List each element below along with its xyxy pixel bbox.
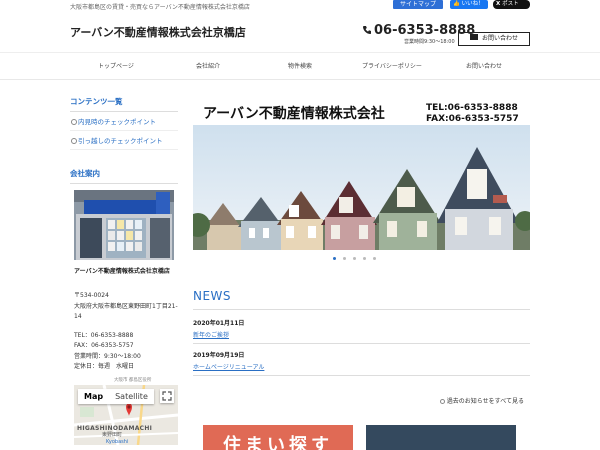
slide-dot-3[interactable] (353, 257, 356, 260)
top-strip: 大阪市都島区の賃貸・売買ならアーバン不動産情報株式会社京橋店 サイトマップ 👍 … (0, 0, 600, 12)
map-tab-map[interactable]: Map (78, 389, 109, 404)
news-more-label: 過去のお知らせをすべて見る (446, 398, 524, 405)
sidebar-link-moving-checkpoints[interactable]: 引っ越しのチェックポイント (70, 131, 178, 150)
news-title-link[interactable]: ホームページリニューアル (193, 362, 530, 371)
contact-button[interactable]: お問い合わせ (458, 32, 530, 46)
slide-dot-5[interactable] (373, 257, 376, 260)
nav-item-property-search[interactable]: 物件検索 (254, 53, 346, 80)
news-item: 2020年01月11日 新年のご挨拶 (193, 310, 530, 344)
sidebar: コンテンツ一覧 内見時のチェックポイント 引っ越しのチェックポイント 会社案内 … (70, 96, 178, 445)
slide-dot-1[interactable] (333, 257, 336, 260)
secondary-banner[interactable] (366, 425, 516, 450)
slider-pagination (193, 257, 530, 262)
map-place-label: 大阪市 都島区役所 (114, 377, 152, 383)
office-photo (74, 190, 174, 260)
sitemap-button[interactable]: サイトマップ (393, 0, 443, 9)
news-heading: NEWS (193, 289, 530, 310)
x-post-button[interactable]: X ポスト (493, 0, 530, 9)
site-tagline: 大阪市都島区の賃貸・売買ならアーバン不動産情報株式会社京橋店 (70, 4, 250, 11)
map-tab-satellite[interactable]: Satellite (109, 389, 154, 404)
sidebar-link-viewing-checkpoints[interactable]: 内見時のチェックポイント (70, 112, 178, 131)
nav-item-top[interactable]: トップページ (70, 53, 162, 80)
postal-code: 〒534-0024 (74, 292, 109, 299)
house-search-banner[interactable]: 住まい探す (203, 425, 353, 450)
post-label: ポスト (502, 1, 519, 7)
office-address: 大阪府大阪市都島区東野田町1丁目21-14 (74, 302, 178, 321)
bullet-icon (71, 119, 77, 125)
nav-item-privacy[interactable]: プライバシーポリシー (346, 53, 438, 80)
news-date: 2019年09月19日 (193, 352, 245, 359)
map-station-label: Kyobashi (106, 438, 129, 445)
banner-company-name: アーバン不動産情報株式会社 (203, 106, 385, 122)
like-label: いいね！ (461, 1, 484, 7)
main-content: アーバン不動産情報株式会社 TEL:06-6353-8888 FAX:06-63… (193, 96, 530, 405)
news-item: 2019年09月19日 ホームページリニューアル (193, 344, 530, 376)
news-more-link[interactable]: 過去のお知らせをすべて見る (193, 396, 530, 405)
phone-icon (363, 26, 371, 34)
map-area-label-jp: 東野田町 (102, 431, 123, 438)
news-title-link[interactable]: 新年のご挨拶 (193, 330, 530, 339)
slide-dot-4[interactable] (363, 257, 366, 260)
banner-fax: FAX:06-6353-5757 (426, 114, 519, 124)
banner-contact: TEL:06-6353-8888 FAX:06-6353-5757 (426, 103, 519, 125)
banner-tel: TEL:06-6353-8888 (426, 103, 518, 113)
sidebar-link-label: 内見時のチェックポイント (78, 118, 156, 126)
google-map[interactable]: Map Satellite HIGASHINODAMACHI 東野田町 Kyob… (74, 384, 178, 445)
office-address-block: 〒534-0024 大阪府大阪市都島区東野田町1丁目21-14 TEL：06-6… (70, 291, 178, 373)
bullet-icon (439, 399, 445, 404)
map-type-tabs: Map Satellite (78, 388, 154, 404)
office-name: アーバン不動産情報株式会社京橋店 (74, 268, 170, 275)
office-fax: FAX：06-6353-5757 (74, 342, 134, 349)
global-nav: トップページ 会社紹介 物件検索 プライバシーポリシー お問い合わせ (0, 52, 600, 80)
mail-icon (469, 34, 478, 40)
office-holiday: 定休日：毎週 水曜日 (74, 363, 135, 370)
hero-slider[interactable]: アーバン不動産情報株式会社 TEL:06-6353-8888 FAX:06-63… (193, 96, 530, 250)
hero-houses-image (193, 125, 530, 250)
office-hours: 営業時間：9:30～18:00 (74, 352, 141, 360)
site-title[interactable]: アーバン不動産情報株式会社京橋店 (70, 24, 246, 40)
sidebar-link-label: 引っ越しのチェックポイント (78, 137, 163, 145)
business-hours: 営業時間9:30～18:00 (404, 39, 455, 45)
company-heading: 会社案内 (70, 168, 178, 184)
nav-item-contact[interactable]: お問い合わせ (438, 53, 530, 80)
office-tel: TEL：06-6353-8888 (74, 331, 134, 339)
house-search-banner-text: 住まい探す (223, 435, 333, 450)
contents-heading: コンテンツ一覧 (70, 96, 178, 112)
news-date: 2020年01月11日 (193, 320, 245, 327)
facebook-like-button[interactable]: 👍 いいね！ (450, 0, 488, 9)
nav-item-company[interactable]: 会社紹介 (162, 53, 254, 80)
header: アーバン不動産情報株式会社京橋店 06-6353-8888 営業時間9:30～1… (0, 12, 600, 52)
thumbs-up-icon: 👍 (453, 1, 462, 7)
fullscreen-icon[interactable] (160, 388, 174, 403)
contact-label: お問い合わせ (481, 35, 518, 42)
slide-dot-2[interactable] (343, 257, 346, 260)
bullet-icon (71, 138, 77, 144)
